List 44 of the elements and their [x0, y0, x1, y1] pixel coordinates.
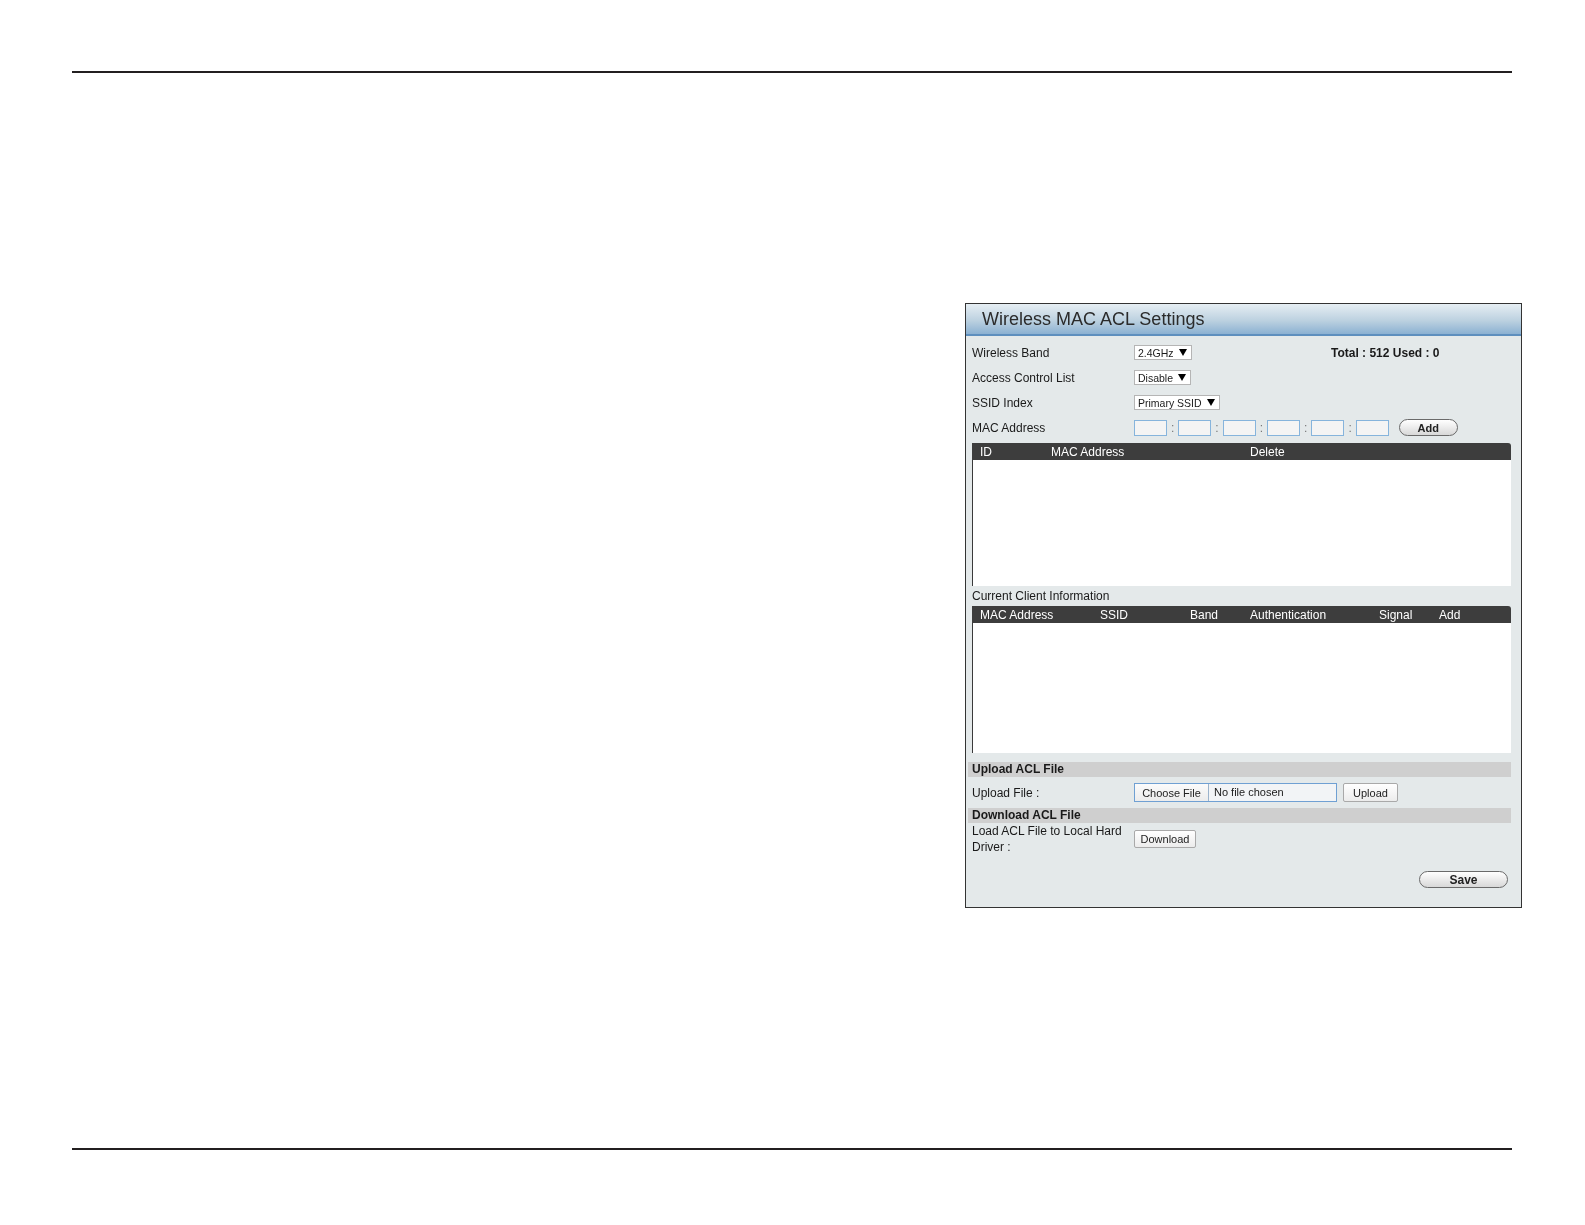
section-heading: Upload ACL File [968, 762, 1511, 777]
save-button[interactable]: Save [1419, 871, 1508, 888]
column-header: Authentication [1250, 607, 1327, 622]
upload-button[interactable]: Upload [1343, 783, 1398, 802]
caret-icon [1178, 374, 1187, 381]
mac-octet-field[interactable] [1134, 419, 1167, 436]
column-header: Band [1190, 607, 1219, 622]
dropdown[interactable]: Disable [1134, 370, 1192, 385]
add-button[interactable]: Add [1398, 419, 1458, 436]
caret-icon [1178, 349, 1187, 356]
separator-text: : [1259, 420, 1264, 435]
mac-octet-field[interactable] [1222, 419, 1256, 436]
column-header: Delete [1250, 444, 1285, 459]
mac-octet-field[interactable] [1267, 419, 1301, 436]
separator-text: : [1348, 420, 1352, 435]
choose-file-button[interactable]: Choose File [1135, 784, 1209, 801]
dropdown[interactable]: Primary SSID [1134, 395, 1220, 410]
column-header: MAC Address [980, 607, 1054, 622]
column-header: Signal [1379, 607, 1413, 622]
download-button[interactable]: Download [1134, 830, 1196, 848]
column-header: Add [1439, 607, 1461, 622]
field-label: SSID Index [972, 395, 1033, 410]
panel-title: Wireless MAC ACL Settings [966, 304, 1521, 336]
field-label: Upload File : [972, 785, 1041, 800]
separator-text: : [1304, 420, 1308, 435]
field-label: Wireless Band [972, 345, 1050, 360]
separator-text: : [1215, 420, 1219, 435]
file-picker[interactable]: Choose File No file chosen [1134, 783, 1337, 802]
dropdown[interactable]: 2.4GHz [1134, 345, 1192, 360]
mac-octet-field[interactable] [1178, 419, 1212, 436]
field-label: Access Control List [972, 370, 1075, 385]
count-text: Total : 512 Used : 0 [1331, 345, 1440, 360]
column-header: SSID [1100, 607, 1128, 622]
section-title: Current Client Information [972, 589, 1110, 603]
section-heading: Download ACL File [968, 808, 1511, 823]
caret-icon [1206, 399, 1215, 406]
column-header: MAC Address [1051, 444, 1125, 459]
mac-octet-field[interactable] [1311, 419, 1345, 436]
file-status-text: No file chosen [1213, 785, 1284, 800]
field-label: Load ACL File to Local Hard Driver : [972, 823, 1123, 855]
field-label: MAC Address [972, 420, 1046, 435]
mac-octet-field[interactable] [1355, 419, 1389, 436]
column-header: ID [980, 444, 992, 459]
separator-text: : [1171, 420, 1175, 435]
